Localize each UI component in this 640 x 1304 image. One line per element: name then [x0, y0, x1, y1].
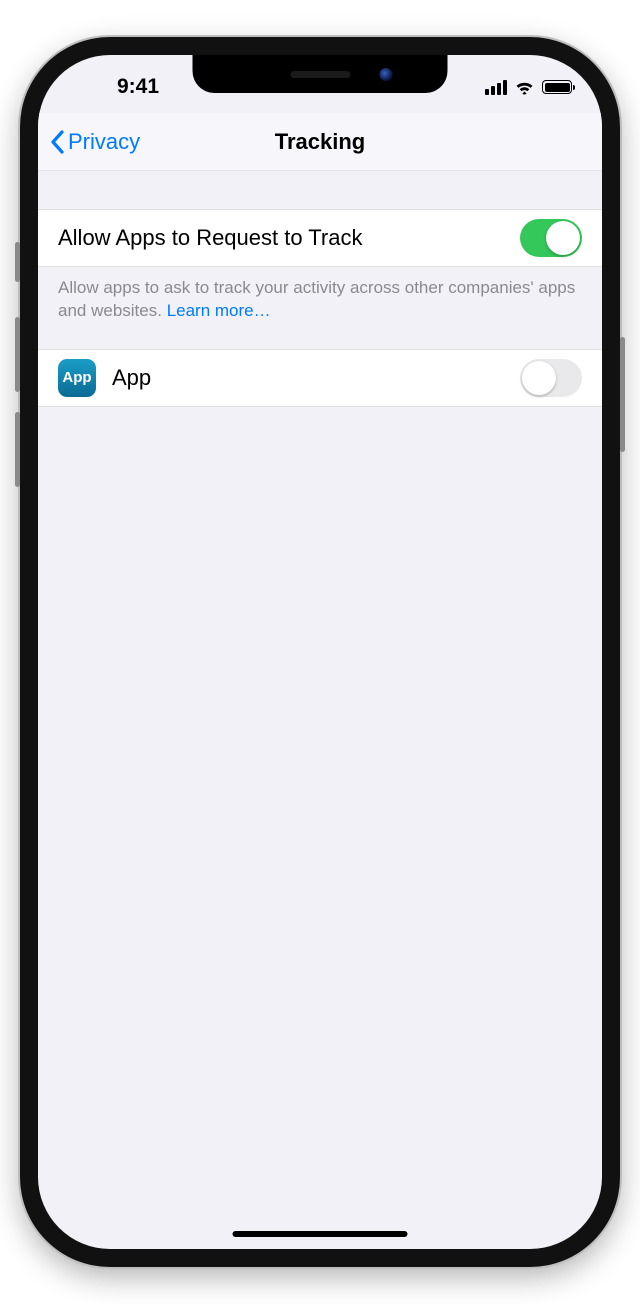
app-tracking-toggle[interactable]: [520, 359, 582, 397]
back-label: Privacy: [68, 129, 140, 155]
chevron-left-icon: [50, 130, 64, 154]
toggle-knob: [522, 361, 556, 395]
speaker-grille: [290, 71, 350, 78]
footer-text: Allow apps to ask to track your activity…: [58, 278, 575, 320]
volume-up-button: [15, 317, 20, 392]
app-label: App: [112, 365, 520, 391]
status-time: 9:41: [68, 69, 208, 99]
app-icon: App: [58, 359, 96, 397]
home-indicator[interactable]: [233, 1231, 408, 1237]
front-camera: [380, 68, 393, 81]
side-button: [15, 242, 20, 282]
nav-bar: Privacy Tracking: [38, 113, 602, 171]
power-button: [620, 337, 625, 452]
wifi-icon: [514, 80, 535, 95]
allow-tracking-label: Allow Apps to Request to Track: [58, 225, 520, 251]
battery-icon: [542, 80, 572, 94]
app-row: App App: [38, 349, 602, 407]
notch: [193, 55, 448, 93]
toggle-knob: [546, 221, 580, 255]
volume-down-button: [15, 412, 20, 487]
back-button[interactable]: Privacy: [50, 129, 140, 155]
app-icon-text: App: [62, 369, 91, 386]
page-title: Tracking: [275, 129, 365, 155]
phone-frame: 9:41: [20, 37, 620, 1267]
status-indicators: [432, 74, 572, 95]
cellular-icon: [485, 80, 507, 95]
allow-tracking-toggle[interactable]: [520, 219, 582, 257]
allow-tracking-row: Allow Apps to Request to Track: [38, 209, 602, 267]
content-area: Allow Apps to Request to Track Allow app…: [38, 171, 602, 407]
learn-more-link[interactable]: Learn more…: [167, 301, 271, 320]
allow-tracking-footer: Allow apps to ask to track your activity…: [38, 267, 602, 349]
screen: 9:41: [38, 55, 602, 1249]
